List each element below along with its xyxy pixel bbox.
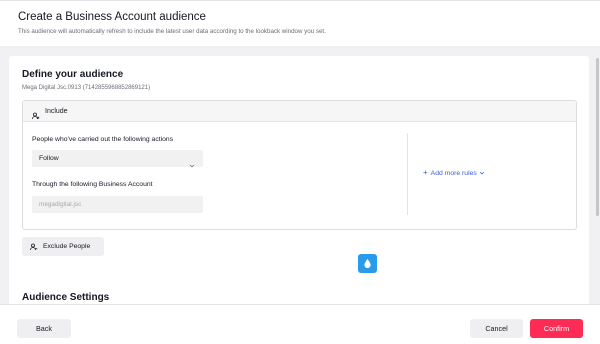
include-section: Include People who've carried out the fo…	[22, 100, 577, 230]
cancel-button[interactable]: Cancel	[470, 319, 523, 338]
person-add-icon	[32, 107, 40, 120]
define-audience-title: Define your audience	[22, 69, 124, 80]
action-select-value: Follow	[39, 155, 59, 162]
modal-footer: Back Cancel Confirm	[0, 304, 600, 344]
add-more-rules-link[interactable]: + Add more rules	[423, 169, 485, 177]
include-header: Include	[23, 101, 576, 122]
action-select[interactable]: Follow	[32, 150, 203, 167]
confirm-button[interactable]: Confirm	[530, 319, 583, 338]
chevron-down-icon	[479, 170, 485, 176]
plus-icon: +	[423, 168, 428, 177]
rules-divider	[407, 133, 408, 215]
add-more-rules-label: Add more rules	[430, 169, 477, 177]
business-account-value: megadigital.jsc	[39, 201, 82, 208]
business-account-label: Through the following Business Account	[32, 181, 153, 188]
include-label: Include	[45, 107, 68, 115]
business-account-field[interactable]: megadigital.jsc	[32, 196, 203, 213]
back-button[interactable]: Back	[17, 319, 71, 338]
modal-body: Define your audience Mega Digital Jsc.09…	[0, 47, 600, 304]
droplet-icon[interactable]	[358, 254, 377, 273]
actions-label: People who've carried out the following …	[32, 136, 174, 143]
modal-subtitle: This audience will automatically refresh…	[18, 28, 326, 35]
modal-header: Create a Business Account audience This …	[18, 10, 578, 36]
modal-title: Create a Business Account audience	[18, 11, 206, 23]
audience-settings-card: Audience Settings	[9, 271, 589, 304]
account-subtitle: Mega Digital Jsc.0913 (71428559688528691…	[22, 85, 151, 91]
exclude-people-label: Exclude People	[43, 243, 91, 250]
scrollbar-thumb[interactable]	[596, 58, 599, 216]
audience-settings-title: Audience Settings	[22, 292, 110, 303]
define-audience-card: Define your audience Mega Digital Jsc.09…	[9, 56, 589, 304]
chevron-down-icon	[189, 156, 195, 167]
person-remove-icon	[30, 243, 38, 251]
exclude-people-button[interactable]: Exclude People	[22, 237, 104, 256]
top-border	[0, 0, 600, 1]
